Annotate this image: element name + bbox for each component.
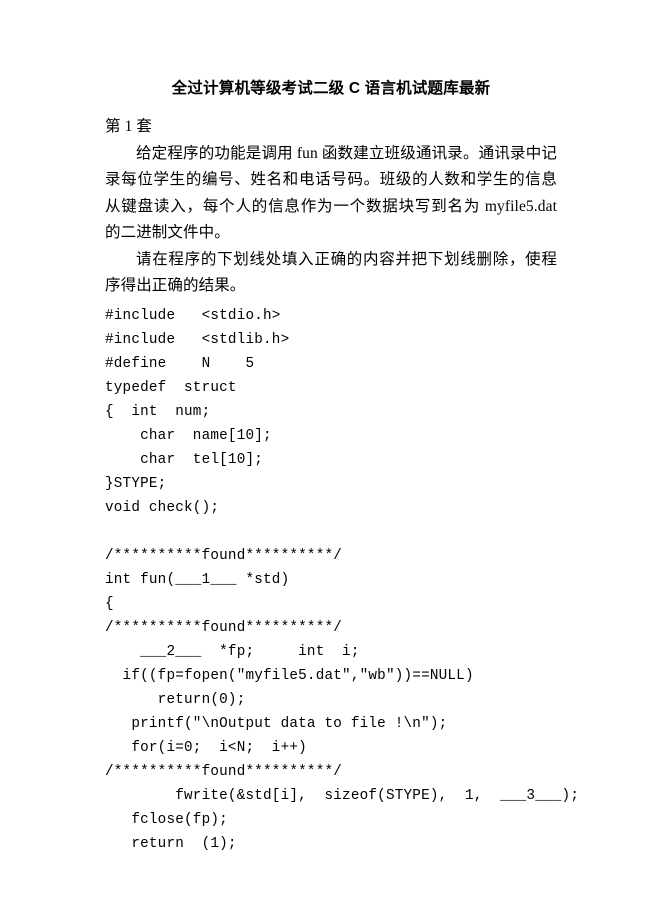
- code-line: #define N 5: [105, 355, 255, 372]
- code-line: { int num;: [105, 403, 211, 420]
- code-line: fclose(fp);: [105, 811, 228, 828]
- document-page: 全过计算机等级考试二级 C 语言机试题库最新 第 1 套 给定程序的功能是调用 …: [0, 0, 650, 920]
- code-line: }STYPE;: [105, 475, 167, 492]
- document-content: 全过计算机等级考试二级 C 语言机试题库最新 第 1 套 给定程序的功能是调用 …: [105, 78, 580, 856]
- code-line: ___2___ *fp; int i;: [105, 643, 360, 660]
- code-line: int fun(___1___ *std): [105, 571, 290, 588]
- paragraph-problem-description: 给定程序的功能是调用 fun 函数建立班级通讯录。通讯录中记录每位学生的编号、姓…: [105, 144, 557, 242]
- code-line: for(i=0; i<N; i++): [105, 739, 307, 756]
- code-line: typedef struct: [105, 379, 237, 396]
- code-line: if((fp=fopen("myfile5.dat","wb"))==NULL): [105, 667, 474, 684]
- code-line-blank: [105, 520, 557, 544]
- code-line-found-marker: /**********found**********/: [105, 763, 343, 780]
- code-line: printf("\nOutput data to file !\n");: [105, 715, 448, 732]
- code-line: {: [105, 595, 114, 612]
- code-line: return (1);: [105, 835, 237, 852]
- code-line-found-marker: /**********found**********/: [105, 547, 343, 564]
- code-line: #include <stdio.h>: [105, 307, 281, 324]
- code-line: char name[10];: [105, 427, 272, 444]
- page-title: 全过计算机等级考试二级 C 语言机试题库最新: [171, 80, 491, 97]
- section-label: 第 1 套: [105, 118, 153, 135]
- code-line: fwrite(&std[i], sizeof(STYPE), 1, ___3__…: [105, 787, 580, 804]
- code-line-found-marker: /**********found**********/: [105, 619, 343, 636]
- paragraph-instructions: 请在程序的下划线处填入正确的内容并把下划线删除，使程序得出正确的结果。: [105, 250, 557, 295]
- code-line: char tel[10];: [105, 451, 264, 468]
- code-line: #include <stdlib.h>: [105, 331, 290, 348]
- source-code-block: #include <stdio.h> #include <stdlib.h> #…: [105, 304, 580, 856]
- code-line: void check();: [105, 499, 220, 516]
- code-line: return(0);: [105, 691, 246, 708]
